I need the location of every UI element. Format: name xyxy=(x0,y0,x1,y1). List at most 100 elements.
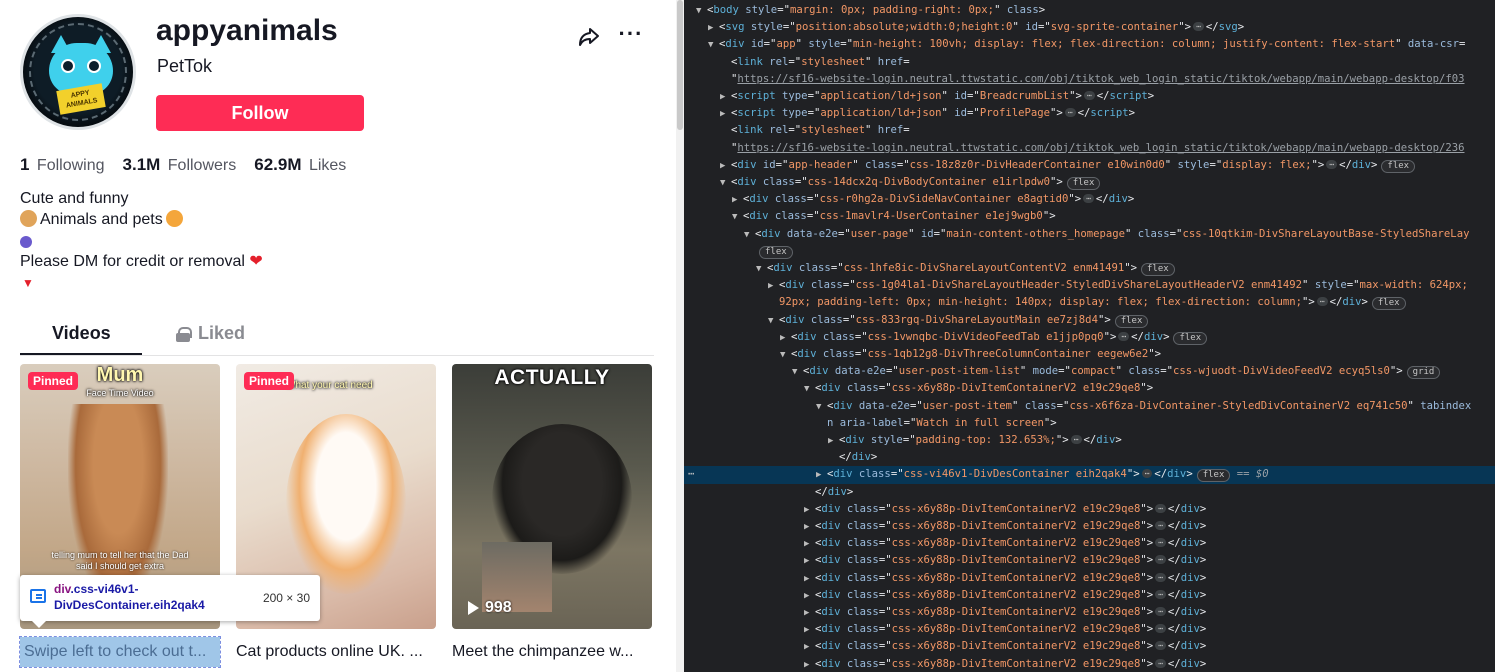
expand-triangle-icon[interactable]: ▼ xyxy=(756,261,767,277)
dom-node-line[interactable]: ▶ <div class="css-x6y88p-DivItemContainer… xyxy=(684,621,1495,638)
stat-following[interactable]: 1 Following xyxy=(20,155,105,175)
tab-liked[interactable]: Liked xyxy=(176,323,245,344)
collapsed-ellipsis-button[interactable]: ⋯ xyxy=(1155,624,1166,634)
dom-node-line[interactable]: ▼ <div id="app" style="min-height: 100vh;… xyxy=(684,36,1495,53)
collapsed-ellipsis-button[interactable]: ⋯ xyxy=(1070,435,1082,444)
collapse-triangle-icon[interactable]: ▶ xyxy=(804,571,815,587)
dom-node-line[interactable]: ▶ <div id="app-header" class="css-18z8z0r… xyxy=(684,157,1495,174)
avatar[interactable]: APPY ANIMALS xyxy=(20,14,136,130)
collapsed-ellipsis-button[interactable]: ⋯ xyxy=(1155,503,1166,513)
dom-node-line[interactable]: ▶ <div class="css-r0hg2a-DivSideNavContai… xyxy=(684,191,1495,208)
dom-node-line[interactable]: ▼ <div class="css-1mavlr4-UserContainer e… xyxy=(684,208,1495,225)
collapse-triangle-icon[interactable]: ▶ xyxy=(804,588,815,604)
collapse-triangle-icon[interactable]: ▶ xyxy=(804,605,815,621)
tab-videos[interactable]: Videos xyxy=(52,323,111,344)
dom-node-line[interactable]: </div> xyxy=(684,484,1495,501)
dom-node-line[interactable]: ▼ <div data-e2e="user-page" id="main-cont… xyxy=(684,226,1495,243)
layout-badge[interactable]: flex xyxy=(1140,263,1175,276)
dom-node-line[interactable]: "https://sf16-website-login.neutral.ttws… xyxy=(684,71,1495,88)
collapsed-ellipsis-button[interactable]: ⋯ xyxy=(1155,641,1166,651)
dom-node-line[interactable]: <link rel="stylesheet" href= xyxy=(684,54,1495,71)
collapse-triangle-icon[interactable]: ▶ xyxy=(720,158,731,174)
dom-node-line[interactable]: ▶ <div class="css-x6y88p-DivItemContainer… xyxy=(684,552,1495,569)
expand-triangle-icon[interactable]: ▼ xyxy=(732,209,743,225)
dom-node-line[interactable]: ▶ <div class="css-x6y88p-DivItemContainer… xyxy=(684,604,1495,621)
scrollbar-thumb[interactable] xyxy=(677,0,683,130)
selected-node-gutter-icon[interactable]: ⋯ xyxy=(688,466,694,483)
dom-node-line[interactable]: ▶ <div class="css-x6y88p-DivItemContainer… xyxy=(684,587,1495,604)
dom-node-line[interactable]: ▶ <div class="css-x6y88p-DivItemContainer… xyxy=(684,518,1495,535)
dom-node-line[interactable]: ▼ <div class="css-x6y88p-DivItemContainer… xyxy=(684,380,1495,397)
collapsed-ellipsis-button[interactable]: ⋯ xyxy=(1326,159,1338,169)
dom-node-line[interactable]: ▶ <div class="css-x6y88p-DivItemContainer… xyxy=(684,501,1495,518)
dom-node-line[interactable]: ▼ <div class="css-1qb12g8-DivThreeColumnC… xyxy=(684,346,1495,363)
collapse-triangle-icon[interactable]: ▶ xyxy=(804,553,815,569)
dom-node-line[interactable]: ▶ <div class="css-x6y88p-DivItemContainer… xyxy=(684,570,1495,587)
collapsed-ellipsis-button[interactable]: ⋯ xyxy=(1155,521,1166,530)
more-options-icon[interactable]: ··· xyxy=(618,22,644,48)
collapsed-ellipsis-button[interactable]: ⋯ xyxy=(1155,572,1166,582)
dom-node-line[interactable]: ▶ <script type="application/ld+json" id="… xyxy=(684,105,1495,122)
collapsed-ellipsis-button[interactable]: ⋯ xyxy=(1064,108,1076,118)
dom-node-line[interactable]: n aria-label="Watch in full screen"> xyxy=(684,415,1495,432)
collapse-triangle-icon[interactable]: ▶ xyxy=(780,330,791,346)
dom-node-line[interactable]: ▼ <body style="margin: 0px; padding-right… xyxy=(684,2,1495,19)
dom-node-line[interactable]: ▼ <div data-e2e="user-post-item-list" mod… xyxy=(684,363,1495,380)
video-caption[interactable]: Swipe left to check out t... xyxy=(19,636,221,668)
share-icon[interactable] xyxy=(576,24,602,50)
collapse-triangle-icon[interactable]: ▶ xyxy=(720,89,731,105)
collapse-triangle-icon[interactable]: ▶ xyxy=(804,622,815,638)
dom-node-line[interactable]: ▼ <div class="css-833rgq-DivShareLayoutMa… xyxy=(684,312,1495,329)
dom-node-line[interactable]: ▶ <div class="css-x6y88p-DivItemContainer… xyxy=(684,656,1495,672)
collapse-triangle-icon[interactable]: ▶ xyxy=(732,192,743,208)
page-scrollbar[interactable] xyxy=(676,0,684,672)
collapsed-ellipsis-button[interactable]: ⋯ xyxy=(1118,331,1130,341)
follow-button[interactable]: Follow xyxy=(156,95,364,131)
collapse-triangle-icon[interactable]: ▶ xyxy=(804,657,815,672)
dom-node-line[interactable]: flex xyxy=(684,243,1495,260)
expand-triangle-icon[interactable]: ▼ xyxy=(792,364,803,380)
expand-triangle-icon[interactable]: ▼ xyxy=(720,175,731,191)
collapse-triangle-icon[interactable]: ▶ xyxy=(804,519,815,535)
dom-node-line[interactable]: ▶ <div class="css-1g04la1-DivShareLayoutH… xyxy=(684,277,1495,294)
layout-badge[interactable]: flex xyxy=(1371,297,1406,311)
dom-node-line[interactable]: ▼ <div class="css-14dcx2q-DivBodyContaine… xyxy=(684,174,1495,191)
attr-url[interactable]: https://sf16-website-login.neutral.ttwst… xyxy=(737,142,1464,154)
collapsed-ellipsis-button[interactable]: ⋯ xyxy=(1316,297,1328,307)
video-item[interactable]: ACTUALLY 998 Meet the chimpanzee w... xyxy=(452,364,652,667)
stat-followers[interactable]: 3.1M Followers xyxy=(123,155,237,175)
dom-node-line-selected[interactable]: ▶ <div class="css-vi46v1-DivDesContainer … xyxy=(684,466,1495,484)
dom-node-line[interactable]: ▶ <div class="css-x6y88p-DivItemContainer… xyxy=(684,638,1495,655)
collapse-triangle-icon[interactable]: ▶ xyxy=(804,536,815,552)
dom-node-line[interactable]: 92px; padding-left: 0px; min-height: 140… xyxy=(684,294,1495,311)
expand-triangle-icon[interactable]: ▼ xyxy=(708,37,719,53)
video-thumbnail[interactable]: ACTUALLY 998 xyxy=(452,364,652,629)
expand-triangle-icon[interactable]: ▼ xyxy=(816,399,827,415)
collapse-triangle-icon[interactable]: ▶ xyxy=(816,467,827,483)
layout-badge[interactable]: flex xyxy=(759,245,793,259)
layout-badge[interactable]: flex xyxy=(1066,177,1101,190)
dom-node-line[interactable]: ▶ <script type="application/ld+json" id="… xyxy=(684,88,1495,105)
layout-badge[interactable]: flex xyxy=(1173,331,1208,345)
video-caption[interactable]: Cat products online UK. ... xyxy=(236,637,436,667)
collapse-triangle-icon[interactable]: ▶ xyxy=(828,433,839,449)
collapse-triangle-icon[interactable]: ▶ xyxy=(768,278,779,294)
collapsed-ellipsis-button[interactable]: ⋯ xyxy=(1083,194,1094,204)
dom-node-line[interactable]: </div> xyxy=(684,449,1495,466)
collapsed-ellipsis-button[interactable]: ⋯ xyxy=(1155,607,1166,616)
dom-node-line[interactable]: ▶ <div class="css-x6y88p-DivItemContainer… xyxy=(684,535,1495,552)
expand-triangle-icon[interactable]: ▼ xyxy=(768,313,779,329)
attr-url[interactable]: https://sf16-website-login.neutral.ttwst… xyxy=(737,73,1464,85)
collapsed-ellipsis-button[interactable]: ⋯ xyxy=(1083,91,1095,100)
expand-triangle-icon[interactable]: ▼ xyxy=(804,381,815,397)
video-caption[interactable]: Meet the chimpanzee w... xyxy=(452,637,652,667)
dom-node-line[interactable]: ▶ <svg style="position:absolute;width:0;h… xyxy=(684,19,1495,36)
layout-badge[interactable]: flex xyxy=(1114,314,1149,328)
collapsed-ellipsis-button[interactable]: ⋯ xyxy=(1155,538,1166,548)
dom-node-line[interactable]: <link rel="stylesheet" href= xyxy=(684,122,1495,139)
dom-node-line[interactable]: ▼ <div data-e2e="user-post-item" class="c… xyxy=(684,398,1495,415)
dom-node-line[interactable]: "https://sf16-website-login.neutral.ttws… xyxy=(684,140,1495,157)
dom-node-line[interactable]: ▶ <div style="padding-top: 132.653%;"> ⋯ </… xyxy=(684,432,1495,449)
layout-badge[interactable]: flex xyxy=(1381,159,1416,173)
expand-triangle-icon[interactable]: ▼ xyxy=(780,347,791,363)
